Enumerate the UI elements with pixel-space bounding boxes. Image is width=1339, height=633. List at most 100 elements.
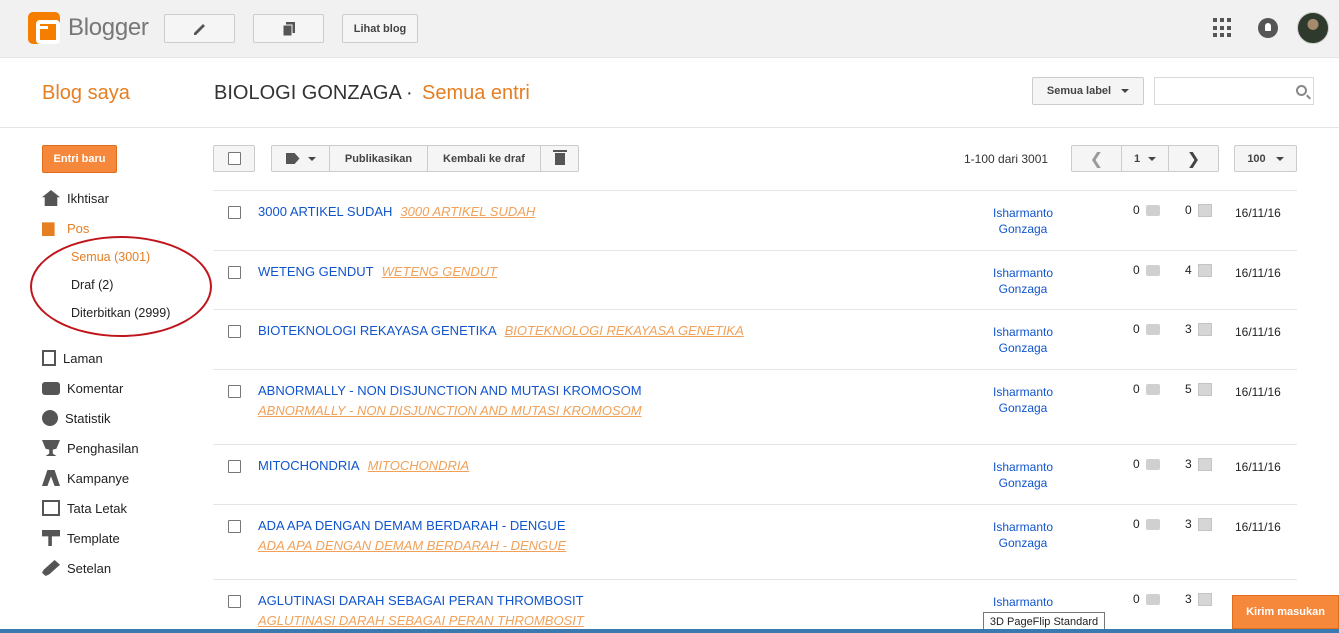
sidebar-item-label: Statistik	[65, 410, 111, 426]
sidebar-item-settings[interactable]: Setelan	[42, 558, 111, 578]
post-date: 16/11/16	[1235, 385, 1281, 399]
post-author[interactable]: Isharmanto Gonzaga	[973, 205, 1073, 237]
post-author[interactable]: Isharmanto Gonzaga	[973, 324, 1073, 356]
pages-icon	[42, 350, 56, 366]
sidebar-item-label: Ikhtisar	[67, 190, 109, 206]
comment-count[interactable]: 0	[1133, 517, 1160, 531]
sidebar-item-label: Pos	[67, 220, 90, 236]
post-preview-link[interactable]: BIOTEKNOLOGI REKAYASA GENETIKA	[505, 323, 744, 338]
row-checkbox[interactable]	[228, 595, 241, 608]
views-icon	[1197, 382, 1212, 396]
table-row[interactable]: AGLUTINASI DARAH SEBAGAI PERAN THROMBOSI…	[213, 580, 1297, 633]
views-icon	[1197, 203, 1212, 217]
pagination: ❮ 1 ❯	[1071, 145, 1219, 172]
view-count-value: 3	[1185, 322, 1192, 336]
publish-button[interactable]: Publikasikan	[330, 146, 428, 171]
post-preview-link[interactable]: WETENG GENDUT	[382, 264, 498, 279]
apply-label-button[interactable]	[272, 146, 330, 171]
page-select-dropdown[interactable]: 1	[1121, 146, 1169, 171]
avatar[interactable]	[1297, 12, 1329, 44]
post-author[interactable]: Isharmanto Gonzaga	[973, 519, 1073, 551]
row-checkbox[interactable]	[228, 206, 241, 219]
per-page-dropdown[interactable]: 100	[1234, 145, 1297, 172]
new-post-pencil-button[interactable]	[164, 14, 235, 43]
row-checkbox[interactable]	[228, 266, 241, 279]
comment-count[interactable]: 0	[1133, 592, 1160, 606]
posts-icon	[42, 222, 55, 236]
apps-grid-icon[interactable]	[1213, 18, 1233, 38]
delete-button[interactable]	[541, 146, 578, 171]
taskbar-strip	[0, 629, 1339, 633]
revert-to-draft-button[interactable]: Kembali ke draf	[428, 146, 541, 171]
post-title-link[interactable]: WETENG GENDUT	[258, 264, 374, 279]
search-input[interactable]	[1154, 77, 1314, 105]
row-checkbox[interactable]	[228, 325, 241, 338]
post-title-link[interactable]: 3000 ARTIKEL SUDAH	[258, 204, 392, 219]
sidebar-item-campaigns[interactable]: Kampanye	[42, 468, 129, 488]
notifications-icon[interactable]	[1258, 18, 1278, 38]
new-post-button[interactable]: Entri baru	[42, 145, 117, 173]
post-title-link[interactable]: AGLUTINASI DARAH SEBAGAI PERAN THROMBOSI…	[258, 593, 584, 608]
post-preview-link[interactable]: ABNORMALLY - NON DISJUNCTION AND MUTASI …	[258, 403, 642, 418]
trophy-icon	[42, 440, 60, 456]
next-page-button[interactable]: ❯	[1169, 146, 1218, 171]
table-row[interactable]: MITOCHONDRIA MITOCHONDRIA Isharmanto Gonza…	[213, 445, 1297, 505]
table-row[interactable]: 3000 ARTIKEL SUDAH 3000 ARTIKEL SUDAH Ish…	[213, 191, 1297, 251]
search-icon[interactable]	[1296, 85, 1307, 96]
post-title-link[interactable]: ADA APA DENGAN DEMAM BERDARAH - DENGUE	[258, 518, 566, 533]
post-title-link[interactable]: ABNORMALLY - NON DISJUNCTION AND MUTASI …	[258, 383, 642, 398]
views-icon	[1197, 517, 1212, 531]
sidebar-item-template[interactable]: Template	[42, 528, 120, 548]
row-checkbox[interactable]	[228, 520, 241, 533]
view-blog-button[interactable]: Lihat blog	[342, 14, 418, 43]
sidebar-item-overview[interactable]: Ikhtisar	[42, 188, 109, 208]
table-row[interactable]: BIOTEKNOLOGI REKAYASA GENETIKA BIOTEKNOLO…	[213, 310, 1297, 370]
table-row[interactable]: WETENG GENDUT WETENG GENDUT Isharmanto Gon…	[213, 251, 1297, 310]
post-title-link[interactable]: MITOCHONDRIA	[258, 458, 360, 473]
send-feedback-button[interactable]: Kirim masukan	[1232, 595, 1339, 629]
comment-count-value: 0	[1133, 457, 1140, 471]
row-checkbox[interactable]	[228, 460, 241, 473]
post-preview-link[interactable]: ADA APA DENGAN DEMAM BERDARAH - DENGUE	[258, 538, 566, 553]
sidebar-item-posts[interactable]: Pos	[42, 218, 89, 238]
view-count-value: 0	[1185, 203, 1192, 217]
row-checkbox[interactable]	[228, 385, 241, 398]
chevron-down-icon	[1121, 89, 1130, 93]
author-first-name: Isharmanto	[992, 325, 1054, 339]
view-count-value: 5	[1185, 382, 1192, 396]
post-preview-link[interactable]: MITOCHONDRIA	[368, 458, 470, 473]
sidebar-item-earnings[interactable]: Penghasilan	[42, 438, 139, 458]
sidebar-item-pages[interactable]: Laman	[42, 348, 103, 368]
comment-count[interactable]: 0	[1133, 382, 1160, 396]
post-preview-link[interactable]: 3000 ARTIKEL SUDAH	[400, 204, 535, 219]
view-posts-button[interactable]	[253, 14, 324, 43]
select-all-checkbox[interactable]	[213, 145, 255, 172]
template-icon	[42, 530, 60, 546]
post-title-cell: ADA APA DENGAN DEMAM BERDARAH - DENGUE AD…	[258, 516, 898, 556]
post-author[interactable]: Isharmanto Gonzaga	[973, 265, 1073, 297]
comment-count[interactable]: 0	[1133, 263, 1160, 277]
sidebar-item-stats[interactable]: Statistik	[42, 408, 111, 428]
label-filter-dropdown[interactable]: Semua label	[1032, 77, 1144, 105]
comment-icon	[1145, 323, 1160, 335]
post-title-link[interactable]: BIOTEKNOLOGI REKAYASA GENETIKA	[258, 323, 497, 338]
post-author[interactable]: Isharmanto Gonzaga	[973, 384, 1073, 416]
post-author[interactable]: Isharmanto Gonzaga	[973, 459, 1073, 491]
blogger-logo[interactable]: Blogger	[28, 12, 149, 44]
post-date: 16/11/16	[1235, 266, 1281, 280]
comment-count[interactable]: 0	[1133, 203, 1160, 217]
my-blogs-link[interactable]: Blog saya	[42, 82, 130, 105]
table-row[interactable]: ABNORMALLY - NON DISJUNCTION AND MUTASI …	[213, 370, 1297, 445]
table-row[interactable]: ADA APA DENGAN DEMAM BERDARAH - DENGUE AD…	[213, 505, 1297, 580]
comment-count[interactable]: 0	[1133, 322, 1160, 336]
sidebar-item-label: Tata Letak	[67, 500, 127, 516]
comment-count[interactable]: 0	[1133, 457, 1160, 471]
view-count: 3	[1185, 457, 1212, 471]
previous-page-button[interactable]: ❮	[1072, 146, 1121, 171]
sidebar-item-comments[interactable]: Komentar	[42, 378, 123, 398]
post-preview-link[interactable]: AGLUTINASI DARAH SEBAGAI PERAN THROMBOSI…	[258, 613, 584, 628]
blog-title[interactable]: BIOLOGI GONZAGA	[214, 82, 402, 105]
sidebar-item-layout[interactable]: Tata Letak	[42, 498, 127, 518]
author-last-name: Gonzaga	[998, 476, 1048, 490]
post-author[interactable]: Isharmanto	[973, 594, 1073, 610]
